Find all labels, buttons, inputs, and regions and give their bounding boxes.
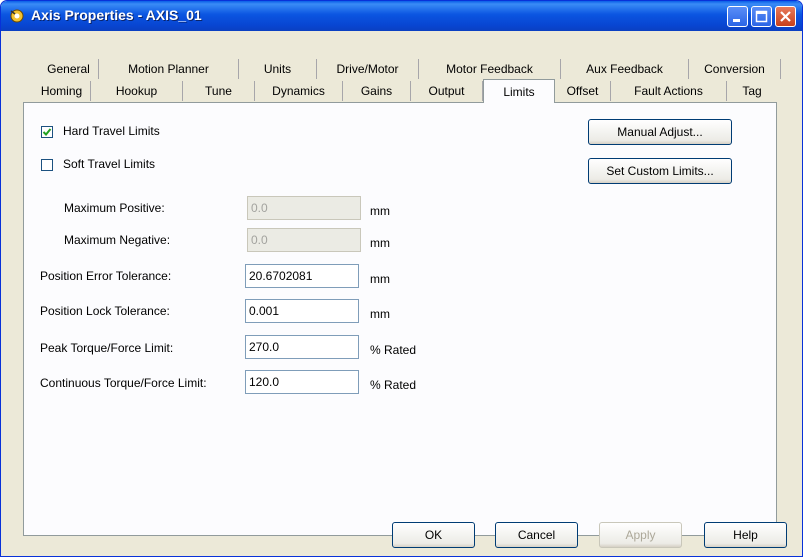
- continuous-torque-label: Continuous Torque/Force Limit:: [40, 376, 207, 390]
- peak-torque-unit: % Rated: [370, 343, 417, 357]
- axis-gear-icon: [9, 8, 25, 24]
- position-lock-tolerance-unit: mm: [370, 307, 390, 321]
- set-custom-limits-button[interactable]: Set Custom Limits...: [588, 158, 732, 184]
- limits-panel: Hard Travel Limits Soft Travel Limits Ma…: [23, 102, 777, 536]
- axis-properties-window: Axis Properties - AXIS_01 General Motion…: [0, 0, 803, 557]
- tab-general[interactable]: General: [39, 59, 99, 79]
- manual-adjust-button[interactable]: Manual Adjust...: [588, 119, 732, 145]
- tab-conversion[interactable]: Conversion: [689, 59, 781, 79]
- tab-hookup[interactable]: Hookup: [91, 81, 183, 101]
- max-positive-label: Maximum Positive:: [64, 201, 165, 215]
- close-icon: [780, 11, 791, 22]
- tab-aux-feedback[interactable]: Aux Feedback: [561, 59, 689, 79]
- position-error-tolerance-field[interactable]: [245, 264, 359, 288]
- max-negative-unit: mm: [370, 236, 390, 250]
- continuous-torque-unit: % Rated: [370, 378, 417, 392]
- tab-drive-motor[interactable]: Drive/Motor: [317, 59, 419, 79]
- tab-tune[interactable]: Tune: [183, 81, 255, 101]
- tab-tag[interactable]: Tag: [727, 81, 777, 101]
- tab-homing[interactable]: Homing: [33, 81, 91, 101]
- max-negative-field[interactable]: [247, 228, 361, 252]
- position-lock-tolerance-label: Position Lock Tolerance:: [40, 304, 170, 318]
- tab-fault-actions[interactable]: Fault Actions: [611, 81, 727, 101]
- position-lock-tolerance-field[interactable]: [245, 299, 359, 323]
- tab-gains[interactable]: Gains: [343, 81, 411, 101]
- maximize-button[interactable]: [751, 6, 772, 27]
- position-error-tolerance-unit: mm: [370, 272, 390, 286]
- position-error-tolerance-label: Position Error Tolerance:: [40, 269, 172, 283]
- tab-limits[interactable]: Limits: [483, 79, 555, 103]
- maximize-icon: [755, 10, 768, 23]
- minimize-button[interactable]: [727, 6, 748, 27]
- close-button[interactable]: [775, 6, 796, 27]
- max-positive-field[interactable]: [247, 196, 361, 220]
- hard-travel-label: Hard Travel Limits: [63, 124, 160, 138]
- peak-torque-label: Peak Torque/Force Limit:: [40, 341, 174, 355]
- max-positive-unit: mm: [370, 204, 390, 218]
- tab-units[interactable]: Units: [239, 59, 317, 79]
- cancel-button[interactable]: Cancel: [495, 522, 578, 548]
- help-button[interactable]: Help: [704, 522, 787, 548]
- tab-dynamics[interactable]: Dynamics: [255, 81, 343, 101]
- apply-button[interactable]: Apply: [599, 522, 682, 548]
- title-bar[interactable]: Axis Properties - AXIS_01: [1, 1, 802, 31]
- max-negative-label: Maximum Negative:: [64, 233, 171, 247]
- continuous-torque-field[interactable]: [245, 370, 359, 394]
- minimize-icon: [733, 19, 740, 22]
- hard-travel-checkbox[interactable]: [41, 126, 53, 138]
- soft-travel-label: Soft Travel Limits: [63, 157, 156, 171]
- tab-output[interactable]: Output: [411, 81, 483, 101]
- tab-motion-planner[interactable]: Motion Planner: [99, 59, 239, 79]
- tab-offset[interactable]: Offset: [555, 81, 611, 101]
- window-title: Axis Properties - AXIS_01: [31, 7, 202, 23]
- soft-travel-checkbox[interactable]: [41, 159, 53, 171]
- tab-motor-feedback[interactable]: Motor Feedback: [419, 59, 561, 79]
- peak-torque-field[interactable]: [245, 335, 359, 359]
- ok-button[interactable]: OK: [392, 522, 475, 548]
- checkmark-icon: [42, 128, 52, 136]
